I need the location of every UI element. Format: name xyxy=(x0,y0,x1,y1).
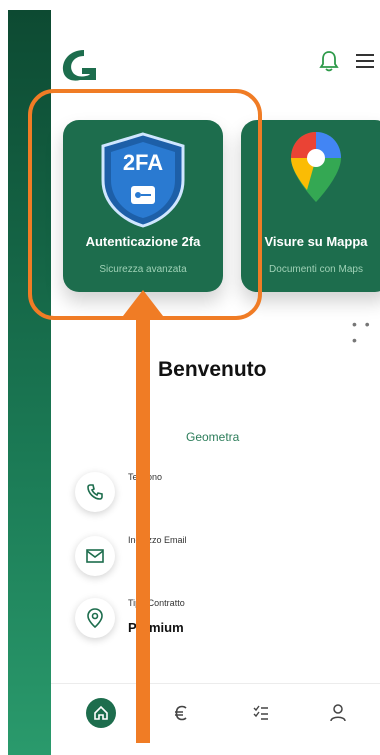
email-icon xyxy=(75,536,115,576)
welcome-title: Benvenuto xyxy=(158,358,267,381)
map-pin-icon xyxy=(291,132,341,202)
role-label: Geometra xyxy=(186,430,240,444)
arrow-annotation-head xyxy=(123,290,163,316)
bottom-nav xyxy=(51,683,380,744)
highlight-frame xyxy=(28,89,262,320)
menu-icon[interactable] xyxy=(356,53,380,69)
g-logo-icon[interactable] xyxy=(58,44,102,84)
carousel-dots: • • • xyxy=(352,316,372,348)
user-icon[interactable] xyxy=(323,698,353,728)
location-icon xyxy=(75,598,115,638)
euro-icon[interactable] xyxy=(166,698,196,728)
arrow-annotation-shaft xyxy=(136,312,150,743)
checklist-icon[interactable] xyxy=(246,698,276,728)
bell-icon[interactable] xyxy=(319,50,339,72)
home-icon[interactable] xyxy=(86,698,116,728)
phone-icon xyxy=(75,472,115,512)
